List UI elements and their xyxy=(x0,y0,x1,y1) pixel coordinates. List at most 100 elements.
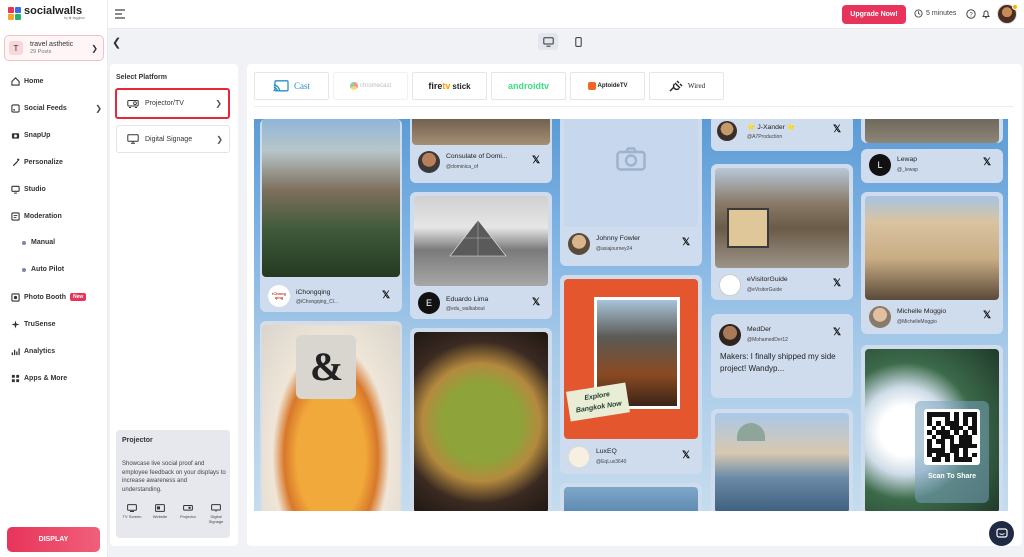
post-card[interactable]: & xyxy=(260,321,402,511)
post-card[interactable]: Michelle Moggio @MichelleMoggio 𝕏 xyxy=(861,192,1003,334)
author-name: iChongqing xyxy=(296,289,331,296)
author-name: Johnny Fowler xyxy=(596,235,641,242)
cast-options: Cast chromecast fire tv stick androidtv … xyxy=(254,72,724,100)
scan-to-share-widget[interactable]: Scan To Share xyxy=(915,401,989,503)
nav-manual[interactable]: Manual xyxy=(22,239,55,246)
desktop-view-button[interactable] xyxy=(538,33,558,50)
nav-trusense[interactable]: TruSense xyxy=(10,317,104,331)
cast-option-label: androidtv xyxy=(507,81,549,91)
author-avatar xyxy=(719,274,741,296)
cast-option-aptoide[interactable]: AptoideTV xyxy=(570,72,645,100)
x-logo-icon: 𝕏 xyxy=(833,327,842,338)
cast-option-chromecast[interactable]: chromecast xyxy=(333,72,408,100)
post-card[interactable] xyxy=(711,409,853,511)
clock-icon xyxy=(914,9,923,18)
nav-moderation[interactable]: Moderation xyxy=(10,209,104,223)
chrome-icon xyxy=(349,82,358,90)
mobile-view-button[interactable] xyxy=(568,33,588,50)
menu-toggle-icon[interactable] xyxy=(114,8,126,20)
nav-snapup-label: SnapUp xyxy=(24,131,51,139)
nav-home-label: Home xyxy=(24,77,44,85)
logo-mark-icon xyxy=(8,6,21,20)
display-button[interactable]: DISPLAY xyxy=(7,527,100,552)
post-card[interactable] xyxy=(861,119,1003,143)
post-card[interactable]: Consulate of Domi... @dominica_of 𝕏 xyxy=(410,119,552,183)
help-icon[interactable]: ? xyxy=(966,9,976,19)
post-card[interactable]: Explore Bangkok Now LuxEQ @EqLux3640 𝕏 xyxy=(560,275,702,474)
x-logo-icon: 𝕏 xyxy=(532,155,541,166)
x-logo-icon: 𝕏 xyxy=(532,297,541,308)
logo-subtext: by ❀ taggbox xyxy=(64,16,86,20)
post-card[interactable] xyxy=(410,328,552,511)
post-card[interactable] xyxy=(560,483,702,511)
upgrade-button[interactable]: Upgrade Now! xyxy=(842,5,906,24)
author-avatar: iChong qing xyxy=(268,285,290,307)
cast-option-cast[interactable]: Cast xyxy=(254,72,329,100)
bullet-icon xyxy=(22,240,26,245)
author-avatar xyxy=(869,306,891,328)
author-handle: @_lewap xyxy=(897,167,918,173)
cast-option-wired[interactable]: Wired xyxy=(649,72,724,100)
nav-studio-label: Studio xyxy=(24,185,46,193)
moderation-icon xyxy=(10,211,20,221)
nav-photo-booth[interactable]: Photo Booth New xyxy=(10,290,104,304)
chat-support-button[interactable] xyxy=(989,521,1014,546)
post-card[interactable]: eVisitorGuide @eVisitorGuide 𝕏 xyxy=(711,164,853,300)
post-card[interactable]: E Eduardo Lima @edu_walkabout 𝕏 xyxy=(410,192,552,319)
post-image xyxy=(412,119,550,145)
platform-panel-title: Select Platform xyxy=(116,74,167,81)
nav-snapup[interactable]: SnapUp xyxy=(10,128,104,142)
nav-apps-more-label: Apps & More xyxy=(24,374,68,382)
sidebar: socialwalls by ❀ taggbox T travel asthet… xyxy=(0,0,108,557)
signboard-shape xyxy=(727,208,769,248)
post-card[interactable]: Johnny Fowler @asiajourney24 𝕏 xyxy=(560,119,702,266)
nav-home[interactable]: Home xyxy=(10,74,104,88)
platform-option-projector-tv[interactable]: Projector/TV ❯ xyxy=(115,88,230,119)
chat-icon xyxy=(995,527,1008,538)
projector-info-description: Showcase live social proof and employee … xyxy=(122,461,226,493)
analytics-icon xyxy=(10,346,20,356)
app-logo[interactable]: socialwalls by ❀ taggbox xyxy=(8,6,85,20)
nav-studio[interactable]: Studio xyxy=(10,182,104,196)
nav-analytics[interactable]: Analytics xyxy=(10,344,104,358)
cast-option-label: AptoideTV xyxy=(597,83,628,89)
author-name: Lewap xyxy=(897,156,918,163)
cast-option-androidtv[interactable]: androidtv xyxy=(491,72,566,100)
qr-code xyxy=(924,409,980,465)
nav-personalize[interactable]: Personalize xyxy=(10,155,104,169)
device-type-tv: TV Screen xyxy=(120,504,144,524)
new-badge: New xyxy=(70,293,87,301)
cast-option-firetv-stick[interactable]: fire tv stick xyxy=(412,72,487,100)
top-bar: Upgrade Now! 5 minutes ? xyxy=(108,0,1024,29)
author-avatar xyxy=(719,324,741,346)
cast-option-label: Wired xyxy=(687,82,706,90)
preview-panel: Cast chromecast fire tv stick androidtv … xyxy=(247,64,1022,546)
nav-auto-pilot[interactable]: Auto Pilot xyxy=(22,266,64,273)
sparkle-icon xyxy=(10,319,20,329)
post-card[interactable]: ⭐ J-Xander ⭐ @A7Production 𝕏 xyxy=(711,119,853,151)
x-logo-icon: 𝕏 xyxy=(983,157,992,168)
nav-photo-booth-label: Photo Booth xyxy=(24,293,66,301)
workspace-selector[interactable]: T travel asthetic 29 Posts ❯ xyxy=(4,35,104,61)
author-name: MedDer xyxy=(747,326,772,333)
bell-icon[interactable] xyxy=(981,9,991,19)
nav-social-feeds[interactable]: Social Feeds ❯ xyxy=(10,101,104,115)
cast-option-label-stick: stick xyxy=(452,81,471,91)
x-logo-icon: 𝕏 xyxy=(833,278,842,289)
post-card[interactable]: MedDer @MohamedDer12 𝕏 Makers: I finally… xyxy=(711,314,853,398)
post-card[interactable]: iChong qing iChongqing @iChongqing_Cl...… xyxy=(260,119,402,312)
signage-icon xyxy=(127,134,139,144)
nav-apps-more[interactable]: Apps & More xyxy=(10,371,104,385)
monitor-icon xyxy=(10,184,20,194)
platform-option-digital-signage[interactable]: Digital Signage ❯ xyxy=(116,125,230,153)
user-avatar[interactable] xyxy=(997,4,1018,24)
back-arrow-icon[interactable]: ❮ xyxy=(112,36,121,49)
author-handle: @iChongqing_Cl... xyxy=(296,299,339,305)
chevron-right-icon: ❯ xyxy=(215,99,222,108)
nav-personalize-label: Personalize xyxy=(24,158,63,166)
post-card[interactable]: L Lewap @_lewap 𝕏 xyxy=(861,149,1003,183)
post-image xyxy=(865,119,999,143)
author-handle: @MohamedDer12 xyxy=(747,337,788,343)
camera-placeholder-icon xyxy=(616,147,646,171)
tv-icon xyxy=(127,504,137,512)
